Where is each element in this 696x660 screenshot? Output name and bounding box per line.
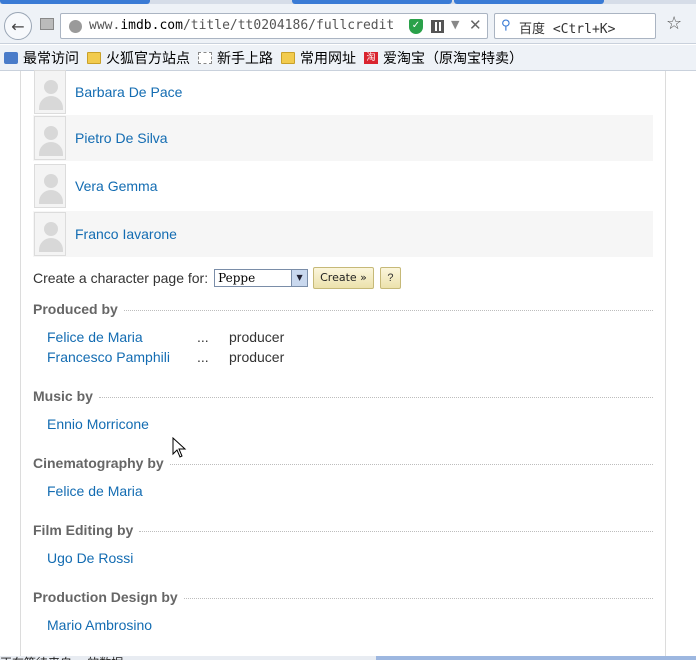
section-heading: Production Design by — [33, 589, 653, 605]
character-page-label: Create a character page for: — [33, 270, 209, 286]
bookmark-label: 常用网址 — [300, 50, 356, 67]
search-input[interactable]: ⚲ 百度 <Ctrl+K> — [494, 13, 656, 39]
bookmark-label: 最常访问 — [23, 50, 79, 67]
page-content: Barbara De Pace Pietro De Silva Vera Gem… — [20, 69, 666, 656]
cast-name-link[interactable]: Vera Gemma — [75, 178, 157, 194]
qr-code-icon[interactable] — [431, 20, 444, 33]
credit-name-link[interactable]: Ugo De Rossi — [47, 550, 197, 566]
status-text: 正在等待来自... 的数据... — [0, 654, 135, 660]
loading-progress — [376, 656, 696, 660]
bookmark-item[interactable]: 淘爱淘宝（原淘宝特卖） — [364, 48, 523, 68]
url-bar[interactable]: www.imdb.com/title/tt0204186/fullcredit … — [60, 13, 488, 39]
folder-icon — [87, 51, 101, 64]
taobao-icon: 淘 — [364, 51, 378, 64]
character-select-value: Peppe — [218, 271, 256, 285]
url-domain: imdb.com — [120, 18, 183, 33]
divider — [183, 597, 653, 599]
character-select[interactable]: Peppe ▼ — [214, 269, 309, 287]
credit-name-link[interactable]: Felice de Maria — [47, 329, 197, 345]
bookmark-item[interactable]: 火狐官方站点 — [87, 48, 190, 68]
bookmark-item[interactable]: 最常访问 — [4, 48, 79, 68]
page-icon — [198, 51, 212, 64]
avatar[interactable] — [34, 212, 66, 256]
cast-name-link[interactable]: Pietro De Silva — [75, 130, 168, 146]
divider — [98, 396, 653, 398]
frequent-icon — [4, 51, 18, 64]
cast-row: Vera Gemma — [33, 163, 653, 209]
cast-name-link[interactable]: Franco Iavarone — [75, 226, 177, 242]
credit-row: Francesco Pamphili ... producer — [47, 349, 284, 365]
divider — [139, 530, 653, 532]
bookmark-item[interactable]: 新手上路 — [198, 48, 273, 68]
section-title: Cinematography by — [33, 455, 164, 471]
section-heading: Produced by — [33, 301, 653, 317]
bookmarks-toolbar: 最常访问 火狐官方站点 新手上路 常用网址 淘爱淘宝（原淘宝特卖） — [0, 45, 696, 71]
shield-icon[interactable]: ✓ — [409, 19, 423, 34]
section-title: Production Design by — [33, 589, 178, 605]
section-title: Produced by — [33, 301, 118, 317]
bookmark-label: 新手上路 — [217, 50, 273, 67]
sidebar-icon[interactable] — [40, 18, 54, 30]
bookmark-label: 火狐官方站点 — [106, 50, 190, 67]
help-button[interactable]: ? — [379, 267, 401, 289]
divider — [123, 309, 653, 311]
section-heading: Film Editing by — [33, 522, 653, 538]
close-icon[interactable]: ✕ — [469, 16, 482, 34]
cast-row: Pietro De Silva — [33, 115, 653, 161]
bookmark-item[interactable]: 常用网址 — [281, 48, 356, 68]
cast-name-link[interactable]: Barbara De Pace — [75, 84, 182, 100]
credit-row: Ennio Morricone — [47, 416, 197, 432]
credit-name-link[interactable]: Francesco Pamphili — [47, 349, 197, 365]
avatar[interactable] — [34, 164, 66, 208]
url-prefix: www. — [89, 18, 121, 33]
credit-row: Ugo De Rossi — [47, 550, 197, 566]
avatar[interactable] — [34, 116, 66, 160]
search-placeholder: 百度 <Ctrl+K> — [519, 22, 616, 37]
url-path: /title/tt0204186/fullcredit — [182, 18, 395, 33]
credit-role: producer — [229, 349, 285, 365]
search-icon: ⚲ — [501, 18, 511, 33]
credit-name-link[interactable]: Felice de Maria — [47, 483, 197, 499]
credit-role: producer — [229, 329, 285, 345]
cast-row: Barbara De Pace — [33, 69, 653, 115]
credit-dots: ... — [197, 329, 209, 345]
folder-icon — [281, 51, 295, 64]
chevron-down-icon[interactable]: ▼ — [291, 270, 308, 286]
back-arrow-icon: ← — [11, 16, 25, 36]
credit-row: Felice de Maria ... producer — [47, 329, 284, 345]
credit-row: Felice de Maria — [47, 483, 197, 499]
credit-dots: ... — [197, 349, 209, 365]
credit-row: Mario Ambrosino — [47, 617, 197, 633]
bookmark-star-icon[interactable]: ☆ — [666, 13, 682, 34]
back-button[interactable]: ← — [4, 12, 32, 40]
section-heading: Cinematography by — [33, 455, 653, 471]
avatar[interactable] — [34, 70, 66, 114]
credit-name-link[interactable]: Mario Ambrosino — [47, 617, 197, 633]
navigation-toolbar: ← www.imdb.com/title/tt0204186/fullcredi… — [0, 4, 696, 44]
bookmark-label: 爱淘宝（原淘宝特卖） — [383, 50, 523, 67]
dropdown-arrow-icon[interactable]: ▼ — [451, 18, 459, 31]
credit-name-link[interactable]: Ennio Morricone — [47, 416, 197, 432]
section-title: Music by — [33, 388, 93, 404]
create-button[interactable]: Create » — [313, 267, 374, 289]
url-text[interactable]: www.imdb.com/title/tt0204186/fullcredit — [89, 18, 394, 33]
cast-row: Franco Iavarone — [33, 211, 653, 257]
section-title: Film Editing by — [33, 522, 134, 538]
divider — [169, 463, 653, 465]
globe-icon — [69, 20, 82, 33]
section-heading: Music by — [33, 388, 653, 404]
character-page-form: Create a character page for: Peppe ▼ Cre… — [33, 267, 401, 289]
